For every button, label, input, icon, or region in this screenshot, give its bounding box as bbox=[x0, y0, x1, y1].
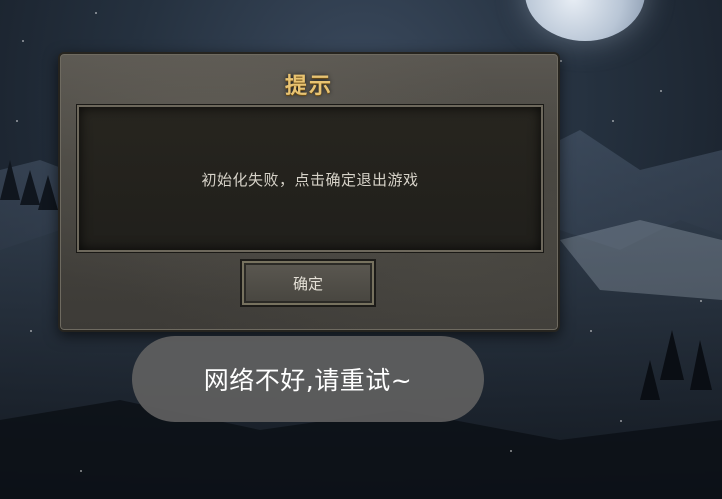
toast-message: 网络不好,请重试~ bbox=[203, 366, 413, 395]
network-error-toast: 网络不好,请重试~ bbox=[132, 336, 484, 422]
dialog-title: 提示 bbox=[284, 73, 333, 99]
confirm-button[interactable]: 确定 bbox=[240, 259, 376, 307]
message-panel: 初始化失败，点击确定退出游戏 bbox=[77, 105, 543, 252]
dialog-message: 初始化失败，点击确定退出游戏 bbox=[201, 171, 419, 189]
alert-dialog: 提示 初始化失败，点击确定退出游戏 确定 bbox=[58, 52, 560, 332]
confirm-button-label: 确定 bbox=[292, 274, 323, 293]
